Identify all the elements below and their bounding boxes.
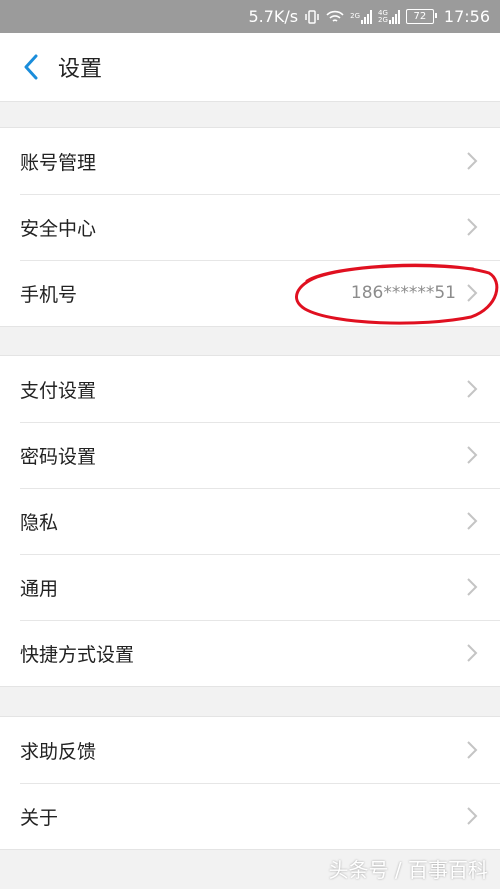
clock: 17:56 [443, 7, 490, 26]
settings-item-security-center[interactable]: 安全中心 [0, 194, 500, 260]
battery-icon: 72 [405, 9, 437, 24]
settings-item-label: 通用 [20, 577, 59, 600]
settings-item-label: 关于 [20, 806, 59, 829]
settings-item-phone-number[interactable]: 手机号 186******51 [0, 260, 500, 326]
settings-item-payment-settings[interactable]: 支付设置 [0, 356, 500, 422]
chevron-right-icon [466, 577, 480, 597]
chevron-right-icon [466, 740, 480, 760]
settings-item-label: 账号管理 [20, 151, 97, 174]
chevron-right-icon [466, 151, 480, 171]
app-header: 设置 [0, 33, 500, 102]
settings-item-about[interactable]: 关于 [0, 783, 500, 849]
settings-item-label: 安全中心 [20, 217, 97, 240]
chevron-right-icon [466, 217, 480, 237]
settings-group-general: 支付设置 密码设置 隐私 通用 快捷方式设置 [0, 355, 500, 687]
signal-icon-2 [388, 9, 400, 24]
settings-group-account: 账号管理 安全中心 手机号 186******51 [0, 127, 500, 327]
chevron-right-icon [466, 379, 480, 399]
status-bar: 5.7K/s 2G 4G 2G 72 17:56 [0, 0, 500, 33]
chevron-right-icon [466, 643, 480, 663]
phone-number-value: 186******51 [350, 283, 456, 303]
vibrate-icon [304, 9, 320, 24]
chevron-right-icon [466, 445, 480, 465]
network-speed: 5.7K/s [248, 7, 299, 26]
settings-item-label: 快捷方式设置 [20, 643, 135, 666]
chevron-left-icon [24, 54, 38, 80]
settings-item-label: 隐私 [20, 511, 59, 534]
settings-item-label: 支付设置 [20, 379, 97, 402]
settings-item-help-feedback[interactable]: 求助反馈 [0, 717, 500, 783]
settings-item-shortcut-settings[interactable]: 快捷方式设置 [0, 620, 500, 686]
settings-item-label: 手机号 [20, 283, 78, 306]
chevron-right-icon [466, 511, 480, 531]
wifi-icon [326, 10, 344, 24]
settings-item-account-management[interactable]: 账号管理 [0, 128, 500, 194]
watermark-text: 头条号 / 百事百科 [328, 858, 488, 882]
page-title: 设置 [58, 57, 103, 82]
network-type-2-bottom: 2G [378, 15, 388, 24]
settings-item-label: 求助反馈 [20, 740, 97, 763]
chevron-right-icon [466, 283, 480, 303]
settings-group-support: 求助反馈 关于 [0, 716, 500, 850]
settings-item-password-settings[interactable]: 密码设置 [0, 422, 500, 488]
signal-icon [361, 9, 372, 24]
settings-item-general[interactable]: 通用 [0, 554, 500, 620]
settings-item-label: 密码设置 [20, 445, 97, 468]
chevron-right-icon [466, 806, 480, 826]
back-button[interactable] [8, 33, 54, 101]
settings-item-privacy[interactable]: 隐私 [0, 488, 500, 554]
network-type-1: 2G [350, 12, 360, 20]
